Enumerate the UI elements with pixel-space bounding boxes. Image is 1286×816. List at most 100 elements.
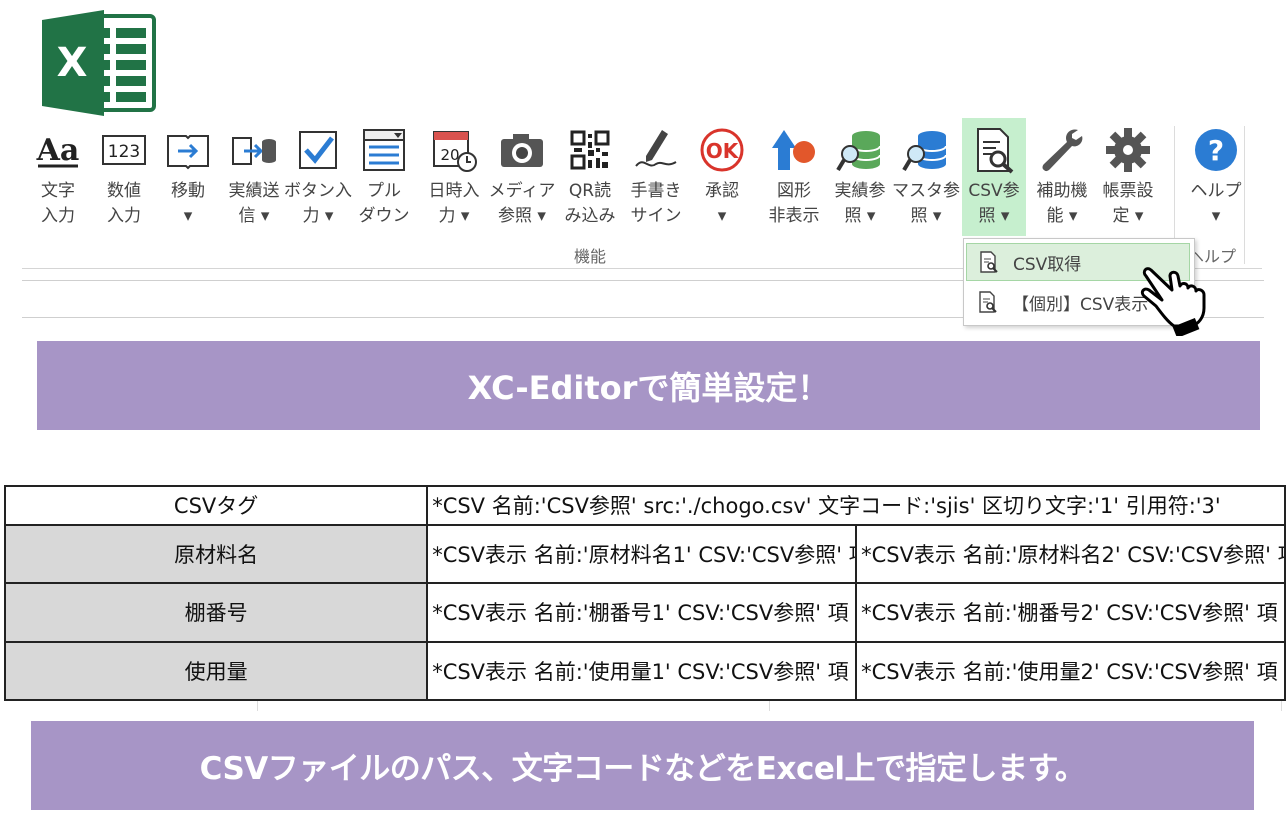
help-icon: ?: [1192, 126, 1240, 174]
row-header-cell[interactable]: CSVタグ: [3, 485, 429, 526]
ribbon-button-label: 補助機能 ▾: [1037, 179, 1088, 229]
ribbon-button-send-results[interactable]: 実績送信 ▾: [222, 118, 286, 236]
gear-icon: [1104, 126, 1152, 174]
ribbon-button-button-input[interactable]: ボタン入力 ▾: [284, 118, 352, 236]
ribbon-button-label: マスタ参照 ▾: [892, 179, 960, 229]
ok-stamp-icon: OK: [698, 126, 746, 174]
menu-item-label: CSV取得: [1013, 254, 1082, 275]
database-search-blue-icon: [902, 126, 950, 174]
ribbon-button-aux-function[interactable]: 補助機能 ▾: [1030, 118, 1094, 236]
ribbon-button-label: 図形 非表示: [769, 179, 820, 229]
table-cell[interactable]: *CSV 名前:'CSV参照' src:'./chogo.csv' 文字コード:…: [426, 485, 1286, 526]
pulldown-list-icon: [360, 126, 408, 174]
label-line-2: 入力: [41, 206, 75, 226]
label-line-2: ▾: [183, 206, 193, 226]
ribbon-button-handwriting[interactable]: 手書き サイン: [624, 118, 688, 236]
table-cell[interactable]: *CSV表示 名前:'棚番号2' CSV:'CSV参照' 項: [855, 582, 1286, 643]
number-123-icon: 123: [100, 126, 148, 174]
banner-easy-setup: XC-Editorで簡単設定！: [37, 341, 1260, 430]
label-line-2: 照 ▾: [844, 206, 876, 226]
ribbon-button-csv-ref[interactable]: CSV参照 ▾: [962, 118, 1026, 236]
label-line-1: 移動: [171, 181, 205, 201]
ribbon-button-label: 数値 入力: [107, 179, 141, 229]
row-header-cell[interactable]: 原材料名: [3, 523, 429, 585]
ribbon-button-approval[interactable]: OK 承認 ▾: [690, 118, 754, 236]
table-cell[interactable]: *CSV表示 名前:'使用量2' CSV:'CSV参照' 項: [855, 640, 1286, 702]
label-line-1: 実績参: [834, 181, 886, 201]
document-search-icon: [980, 251, 998, 273]
ribbon-button-label: 承認 ▾: [705, 179, 739, 229]
ribbon-button-help[interactable]: ? ヘルプ ▾: [1184, 118, 1248, 236]
aa-icon: Aa: [34, 126, 82, 174]
banner-description: CSVファイルのパス、文字コードなどをExcel上で指定します。: [31, 721, 1254, 810]
label-line-1: 実績送: [228, 181, 280, 201]
table-cell[interactable]: *CSV表示 名前:'原材料名2' CSV:'CSV参照' 項: [855, 523, 1286, 585]
label-line-2: サイン: [630, 206, 682, 226]
label-line-1: 帳票設: [1102, 181, 1154, 201]
ribbon-button-move[interactable]: 移動 ▾: [156, 118, 220, 236]
label-line-2: ▾: [1211, 206, 1221, 226]
excel-logo-letter: X: [57, 40, 88, 86]
ribbon-button-media-ref[interactable]: メディア 参照 ▾: [489, 118, 556, 236]
document-search-icon: [970, 126, 1018, 174]
label-line-2: ダウン: [358, 206, 410, 226]
label-line-2: 照 ▾: [910, 206, 942, 226]
ribbon-button-label: 移動 ▾: [171, 179, 205, 229]
label-line-2: 力 ▾: [438, 206, 470, 226]
label-line-2: み込み: [564, 206, 616, 226]
label-line-1: 図形: [777, 181, 811, 201]
label-line-1: メディア: [488, 181, 556, 201]
ribbon-button-text-input[interactable]: Aa 文字 入力: [26, 118, 90, 236]
svg-text:Aa: Aa: [36, 133, 80, 168]
label-line-2: 信 ▾: [238, 206, 270, 226]
ribbon-button-label: 帳票設定 ▾: [1103, 179, 1154, 229]
label-line-1: ヘルプ: [1190, 181, 1242, 201]
table-cell[interactable]: *CSV表示 名前:'棚番号1' CSV:'CSV参照' 項: [426, 582, 858, 643]
label-line-2: 照 ▾: [978, 206, 1010, 226]
table-row: 原材料名 *CSV表示 名前:'原材料名1' CSV:'CSV参照' 項 *CSV表…: [3, 523, 1286, 585]
ribbon-button-label: プル ダウン: [359, 179, 410, 229]
pen-signature-icon: [632, 126, 680, 174]
qr-code-icon: [566, 126, 614, 174]
label-line-1: ボタン入: [284, 181, 352, 201]
row-header-cell[interactable]: 使用量: [3, 640, 429, 702]
menu-item-label: 【個別】CSV表示: [1012, 294, 1149, 315]
table-cell[interactable]: *CSV表示 名前:'使用量1' CSV:'CSV参照' 項: [426, 640, 858, 702]
excel-logo-icon: X: [42, 10, 156, 116]
ribbon-button-qr-read[interactable]: QR読 み込み: [558, 118, 622, 236]
hand-pointer-cursor-icon: [1140, 267, 1206, 336]
svg-text:20: 20: [440, 146, 459, 164]
ribbon-button-pulldown[interactable]: プル ダウン: [352, 118, 416, 236]
database-search-green-icon: [836, 126, 884, 174]
row-header-cell[interactable]: 棚番号: [3, 582, 429, 643]
ribbon-group-label-functions: 機能: [574, 247, 607, 266]
label-line-2: 入力: [107, 206, 141, 226]
shapes-icon: [770, 126, 818, 174]
ribbon-button-label: ボタン入力 ▾: [284, 179, 352, 229]
ribbon-button-form-settings[interactable]: 帳票設定 ▾: [1096, 118, 1160, 236]
ribbon-button-datetime-input[interactable]: 20 日時入力 ▾: [422, 118, 486, 236]
ribbon-button-label: 文字 入力: [41, 179, 75, 229]
table-row: 使用量 *CSV表示 名前:'使用量1' CSV:'CSV参照' 項 *CSV表示 …: [3, 640, 1286, 702]
ribbon-button-label: ヘルプ ▾: [1191, 179, 1242, 229]
svg-text:?: ?: [1208, 134, 1224, 167]
label-line-1: CSV参: [968, 181, 1020, 201]
ribbon-button-hide-shape[interactable]: 図形 非表示: [762, 118, 826, 236]
ribbon-button-number-input[interactable]: 123 数値 入力: [92, 118, 156, 236]
table-cell[interactable]: *CSV表示 名前:'原材料名1' CSV:'CSV参照' 項: [426, 523, 858, 585]
svg-text:123: 123: [108, 142, 140, 162]
table-row: 棚番号 *CSV表示 名前:'棚番号1' CSV:'CSV参照' 項 *CSV表示 …: [3, 582, 1286, 643]
ribbon-button-label: 手書き サイン: [631, 179, 682, 229]
label-line-1: 補助機: [1036, 181, 1088, 201]
ribbon-button-results-ref[interactable]: 実績参照 ▾: [828, 118, 892, 236]
ribbon-button-label: QR読 み込み: [565, 179, 616, 229]
wrench-icon: [1038, 126, 1086, 174]
ribbon-button-label: メディア 参照 ▾: [489, 179, 556, 229]
ribbon-button-label: 日時入力 ▾: [429, 179, 480, 229]
ribbon-button-master-ref[interactable]: マスタ参照 ▾: [892, 118, 960, 236]
ribbon-button-label: 実績参照 ▾: [835, 179, 886, 229]
ribbon-button-label: 実績送信 ▾: [229, 179, 280, 229]
table-row: CSVタグ *CSV 名前:'CSV参照' src:'./chogo.csv' 文…: [3, 485, 1286, 526]
sheet-grid-tail: [4, 701, 1286, 711]
label-line-2: 非表示: [768, 206, 820, 226]
